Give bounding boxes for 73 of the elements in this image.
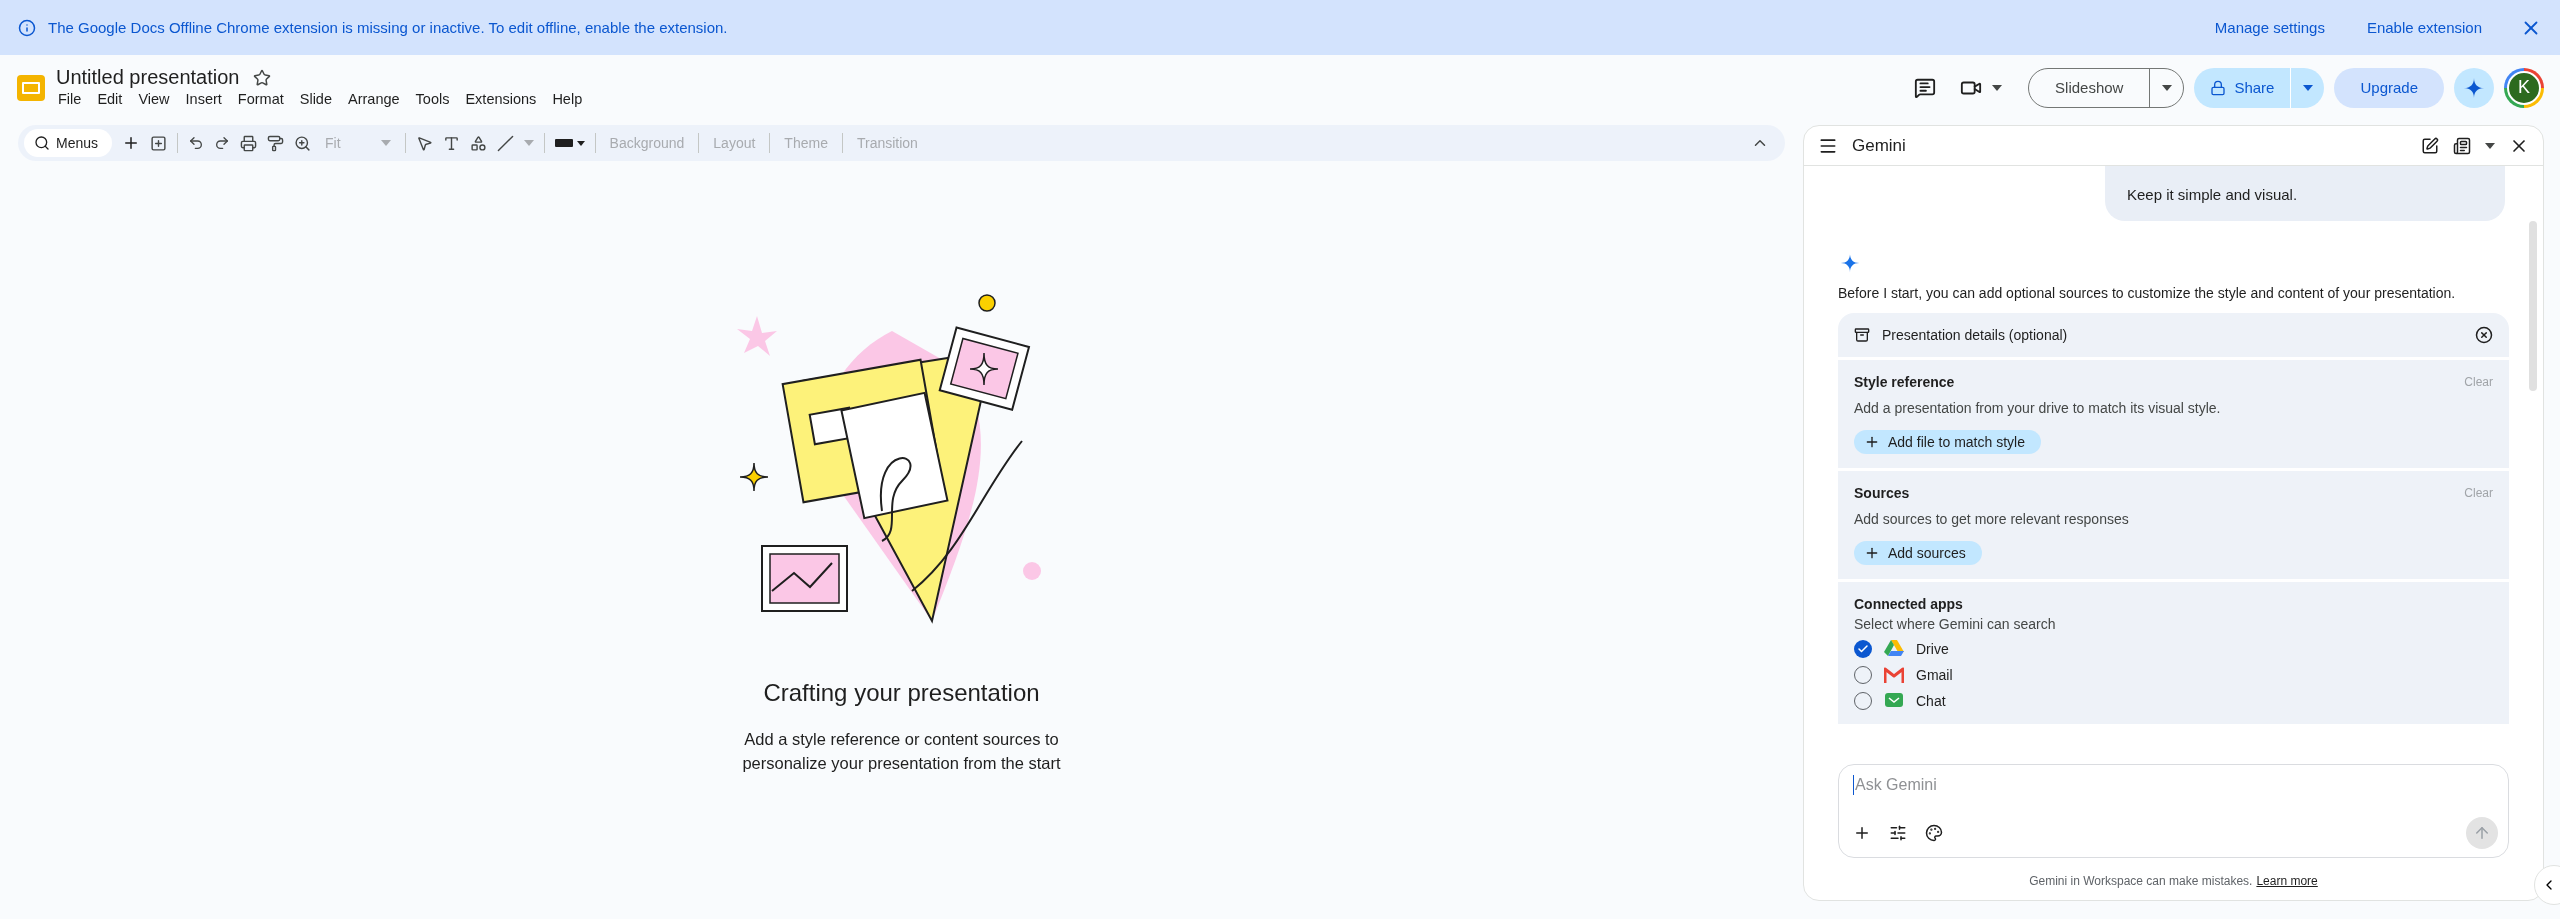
undo-icon[interactable] bbox=[188, 135, 205, 151]
banner-link[interactable]: Enable extension bbox=[2366, 19, 2482, 36]
section-description: Add sources to get more relevant responses bbox=[1854, 511, 2130, 527]
panel-title: Gemini bbox=[1852, 135, 1907, 156]
palette-icon[interactable] bbox=[1925, 824, 1943, 842]
comments-icon[interactable] bbox=[1914, 76, 1937, 99]
search-icon bbox=[34, 135, 50, 151]
app-name: Drive bbox=[1916, 641, 1949, 657]
select-pointer-icon[interactable] bbox=[415, 134, 433, 152]
section-title: Style reference bbox=[1854, 374, 1955, 390]
banner-message: The Google Docs Offline Chrome extension is missing or inactive. To edit offline, enable the extension. bbox=[48, 19, 729, 36]
line-icon[interactable] bbox=[496, 134, 514, 152]
add-button[interactable]: Add file to match style bbox=[1854, 430, 2041, 454]
print-icon[interactable] bbox=[240, 134, 258, 152]
text-box-icon[interactable] bbox=[442, 134, 460, 152]
menu-item[interactable]: Slide bbox=[291, 89, 340, 109]
mail-icon bbox=[1884, 667, 1904, 683]
caret-icon[interactable] bbox=[2302, 84, 2313, 91]
menu-item[interactable]: Insert bbox=[177, 89, 230, 109]
section-title: Sources bbox=[1854, 485, 1910, 501]
view-icon[interactable] bbox=[2453, 136, 2471, 155]
gemini-button[interactable] bbox=[2454, 67, 2494, 108]
star-icon[interactable] bbox=[253, 68, 272, 87]
section-description: Add a presentation from your drive to match its visual style. bbox=[1854, 400, 2222, 416]
canvas-title: Crafting your presentation bbox=[763, 679, 1040, 707]
add-button[interactable]: Add sources bbox=[1854, 541, 1982, 565]
line-color-swatch[interactable] bbox=[554, 139, 585, 147]
user-message: Keep it simple and visual. bbox=[2105, 166, 2505, 221]
archive-icon bbox=[1854, 327, 1870, 343]
share-button[interactable]: Share bbox=[2194, 67, 2325, 108]
menu-item[interactable]: View bbox=[130, 89, 178, 109]
menu-search-field[interactable]: Menus bbox=[24, 129, 113, 157]
caret-icon[interactable] bbox=[2161, 84, 2172, 91]
upgrade-button[interactable]: Upgrade bbox=[2334, 67, 2444, 108]
section-title: Connected apps bbox=[1854, 596, 1963, 612]
app-checkbox[interactable] bbox=[1854, 640, 1872, 658]
section-description: Select where Gemini can search bbox=[1854, 616, 2057, 632]
account-avatar[interactable]: K bbox=[2504, 67, 2544, 108]
document-title[interactable]: Untitled presentation bbox=[56, 66, 240, 89]
caret-icon[interactable] bbox=[2485, 142, 2495, 149]
caret-icon[interactable] bbox=[1992, 84, 2003, 91]
menu-item[interactable]: Help bbox=[544, 89, 591, 109]
zoom-icon[interactable] bbox=[294, 134, 312, 152]
add-icon[interactable] bbox=[1853, 824, 1871, 842]
chat-icon bbox=[1884, 692, 1904, 710]
check-icon bbox=[1857, 643, 1869, 655]
info-icon bbox=[18, 18, 36, 37]
lock-icon bbox=[2210, 79, 2227, 96]
tools-icon[interactable] bbox=[1889, 824, 1907, 842]
menu-item[interactable]: Edit bbox=[89, 89, 131, 109]
plus-icon bbox=[1864, 434, 1880, 450]
menu-item[interactable]: Extensions bbox=[457, 89, 545, 109]
new-chat-icon[interactable] bbox=[2421, 136, 2439, 155]
menu-item[interactable]: Tools bbox=[407, 89, 458, 109]
close-circle-icon[interactable] bbox=[2475, 326, 2493, 344]
menu-item[interactable]: Arrange bbox=[340, 89, 408, 109]
redo-icon[interactable] bbox=[214, 135, 231, 151]
banner-link[interactable]: Manage settings bbox=[2214, 19, 2325, 36]
app-name: Gmail bbox=[1916, 667, 1953, 683]
shapes-icon[interactable] bbox=[469, 134, 487, 152]
details-title: Presentation details (optional) bbox=[1882, 327, 2069, 343]
plus-icon bbox=[1864, 545, 1880, 561]
paint-format-icon[interactable] bbox=[267, 134, 285, 152]
canvas-subtitle: Add a style reference or content sources to personalize your presentation from the start bbox=[741, 729, 1062, 774]
gemini-response: Before I start, you can add optional sources to customize the style and content of your presentation. bbox=[1838, 285, 2457, 301]
ask-gemini-field[interactable]: Ask Gemini bbox=[1853, 775, 2153, 795]
learn-more-link[interactable]: Learn more bbox=[2256, 874, 2318, 888]
drive-icon bbox=[1884, 640, 1904, 658]
scrollbar-thumb[interactable] bbox=[2529, 221, 2537, 391]
menu-item[interactable]: File bbox=[50, 89, 90, 109]
menu-item[interactable]: Format bbox=[229, 89, 292, 109]
app-name: Chat bbox=[1916, 693, 1946, 709]
new-slide-icon[interactable] bbox=[150, 134, 168, 152]
